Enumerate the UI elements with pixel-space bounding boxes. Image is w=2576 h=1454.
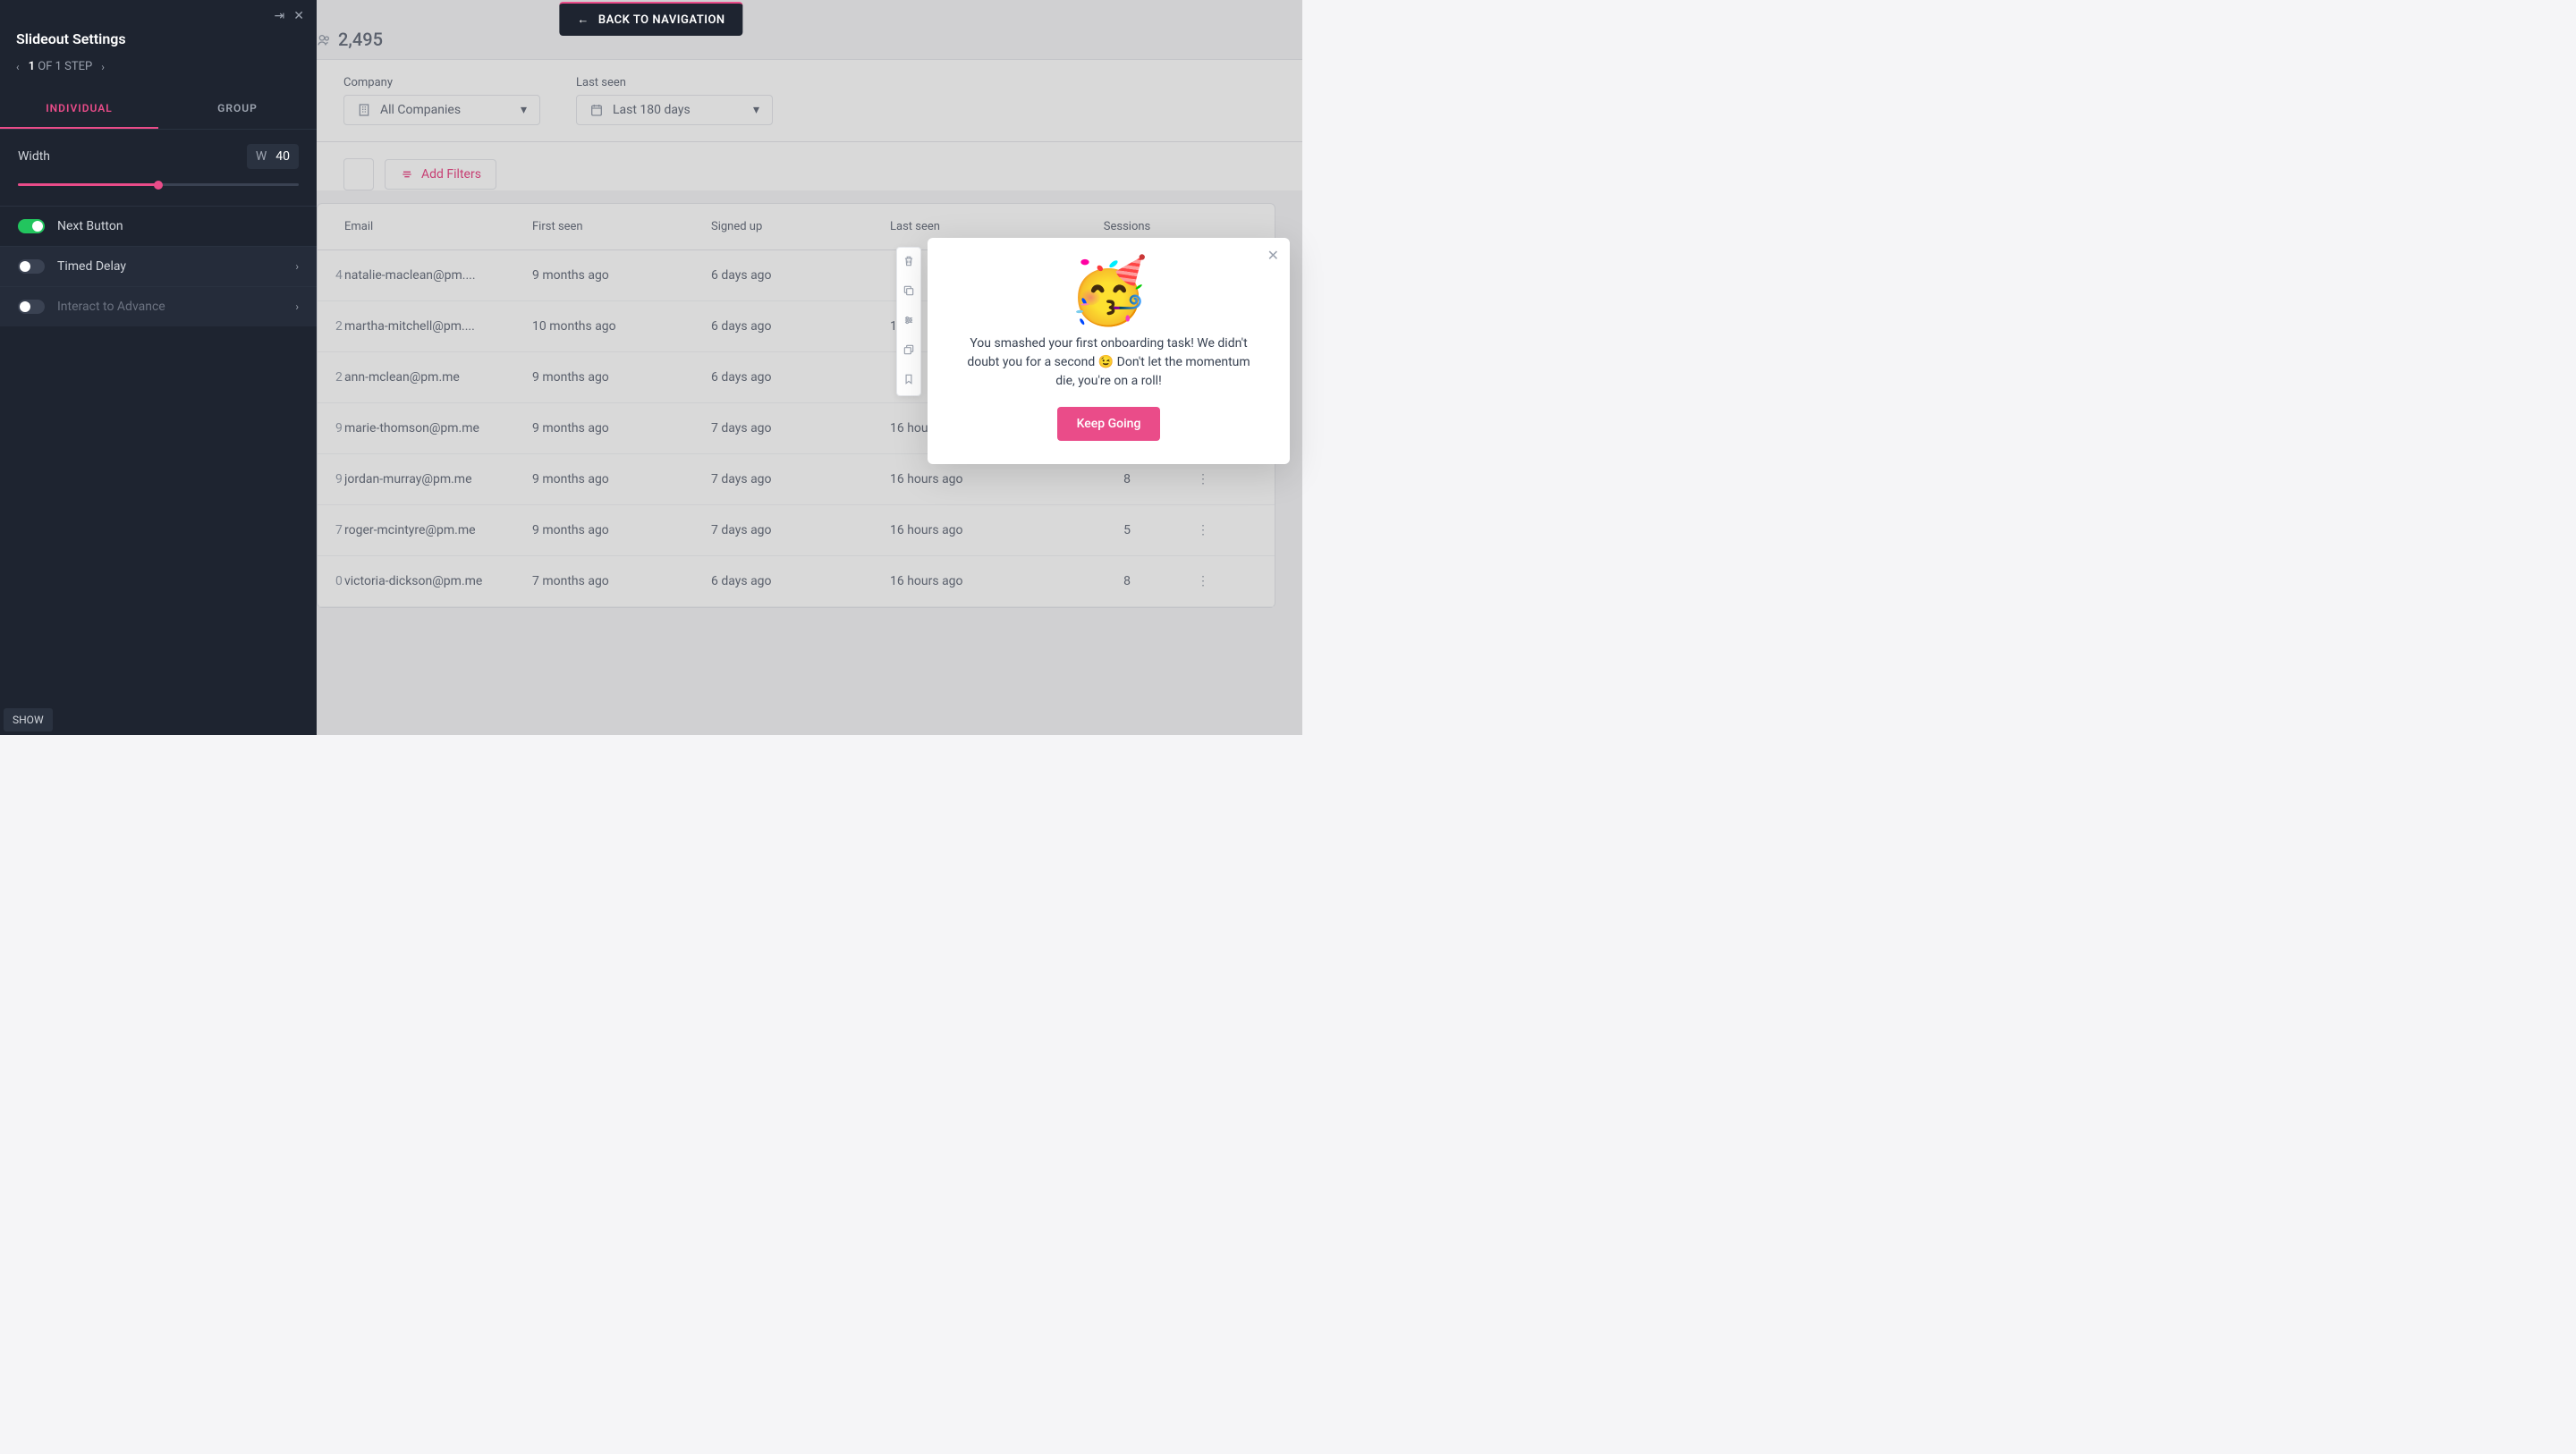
settings-sidebar: ⇥ ✕ Slideout Settings ‹ 1 OF 1 STEP › IN…: [0, 0, 317, 735]
back-to-navigation-button[interactable]: ← BACK TO NAVIGATION: [559, 2, 742, 36]
copy-icon[interactable]: [897, 277, 920, 307]
chevron-right-icon[interactable]: ›: [295, 260, 299, 273]
collapse-icon[interactable]: ⇥: [275, 9, 285, 23]
close-icon[interactable]: ✕: [1267, 247, 1279, 264]
settings-tabs: INDIVIDUAL GROUP: [0, 89, 317, 130]
show-button[interactable]: SHOW: [4, 708, 53, 731]
step-text: OF 1 STEP: [38, 60, 92, 73]
keep-going-button[interactable]: Keep Going: [1057, 407, 1161, 441]
width-prefix: W: [256, 149, 267, 164]
settings-icon[interactable]: [897, 307, 920, 336]
arrow-left-icon: ←: [577, 13, 589, 27]
party-emoji: 🥳: [1069, 259, 1149, 324]
step-current: 1: [29, 60, 35, 73]
interact-label: Interact to Advance: [57, 300, 165, 314]
step-prev-icon[interactable]: ‹: [16, 61, 20, 73]
sidebar-header: ⇥ ✕: [0, 0, 317, 30]
delete-icon[interactable]: [897, 248, 920, 277]
next-button-label: Next Button: [57, 219, 123, 233]
slideout-toolbar: [896, 247, 921, 396]
width-input[interactable]: W 40: [247, 144, 299, 169]
bookmark-icon[interactable]: [897, 366, 920, 395]
sidebar-title: Slideout Settings: [16, 30, 301, 47]
width-label: Width: [18, 149, 50, 164]
duplicate-icon[interactable]: [897, 336, 920, 366]
step-next-icon[interactable]: ›: [101, 61, 105, 73]
next-button-setting: Next Button: [0, 206, 317, 246]
interact-toggle[interactable]: [18, 300, 45, 314]
tab-group[interactable]: GROUP: [158, 89, 317, 129]
timed-delay-label: Timed Delay: [57, 259, 126, 274]
next-button-toggle[interactable]: [18, 219, 45, 233]
close-icon[interactable]: ✕: [293, 9, 304, 23]
back-nav-label: BACK TO NAVIGATION: [598, 13, 725, 27]
tab-individual[interactable]: INDIVIDUAL: [0, 89, 158, 129]
slider-thumb[interactable]: [154, 181, 163, 190]
slideout-message: You smashed your first onboarding task! …: [945, 334, 1272, 391]
width-setting: Width W 40: [0, 130, 317, 174]
chevron-right-icon[interactable]: ›: [295, 300, 299, 313]
interact-advance-setting[interactable]: Interact to Advance ›: [0, 286, 317, 326]
width-value: 40: [275, 149, 290, 164]
width-slider[interactable]: [18, 183, 299, 186]
onboarding-slideout: ✕ 🥳 You smashed your first onboarding ta…: [928, 238, 1290, 464]
timed-delay-setting[interactable]: Timed Delay ›: [0, 246, 317, 286]
timed-delay-toggle[interactable]: [18, 259, 45, 274]
step-navigator: ‹ 1 OF 1 STEP ›: [0, 60, 317, 89]
